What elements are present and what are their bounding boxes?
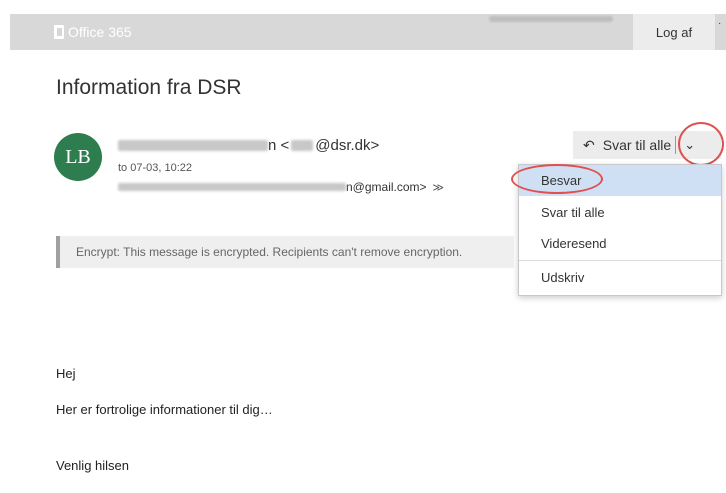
expand-recipients-icon[interactable]: ≫	[433, 181, 445, 194]
office365-brand[interactable]: Office 365	[54, 24, 132, 40]
encryption-notice: Encrypt: This message is encrypted. Reci…	[76, 245, 463, 259]
corner-icon: ·	[718, 18, 722, 29]
menu-item-label: Udskriv	[541, 270, 585, 285]
body-line: Her er fortrolige informationer til dig…	[56, 402, 273, 417]
menu-item-svar-til-alle[interactable]: Svar til alle	[519, 197, 721, 228]
sender-name-redacted	[118, 140, 268, 151]
menu-item-udskriv[interactable]: Udskriv	[519, 262, 721, 293]
body-greeting: Hej	[56, 366, 76, 381]
brand-label: Office 365	[68, 24, 132, 40]
menu-divider	[519, 260, 721, 261]
sender-domain: @dsr.dk>	[315, 137, 380, 154]
reply-all-label: Svar til alle	[602, 137, 672, 153]
menu-item-videresend[interactable]: Videresend	[519, 228, 721, 259]
sender-local-redacted	[291, 140, 314, 151]
reply-icon: ↶	[583, 136, 595, 153]
avatar-initials: LB	[65, 145, 91, 168]
avatar: LB	[54, 133, 102, 181]
message-subject: Information fra DSR	[56, 76, 242, 99]
signout-button[interactable]: Log af	[633, 14, 715, 50]
recipient-redacted	[118, 183, 346, 191]
recipient-line[interactable]: n@gmail.com> ≫	[118, 180, 444, 194]
body-closing: Venlig hilsen	[56, 458, 129, 473]
menu-item-label: Svar til alle	[541, 205, 605, 220]
highlight-circle-chevron	[678, 122, 724, 166]
top-bar: Office 365 Log af ·	[0, 0, 726, 62]
app-header: Office 365	[10, 14, 726, 50]
highlight-circle-besvar	[511, 164, 603, 194]
office-logo-icon	[54, 25, 64, 39]
message-date: to 07-03, 10:22	[118, 162, 193, 174]
sender-line[interactable]: n < @dsr.dk>	[118, 137, 379, 154]
user-name-redacted	[489, 16, 613, 22]
menu-item-label: Videresend	[541, 236, 607, 251]
encryption-banner: Encrypt: This message is encrypted. Reci…	[56, 236, 514, 268]
button-separator	[675, 136, 677, 154]
sender-separator: n <	[268, 137, 290, 154]
signout-label: Log af	[655, 24, 693, 40]
recipient-address: n@gmail.com>	[346, 180, 427, 194]
